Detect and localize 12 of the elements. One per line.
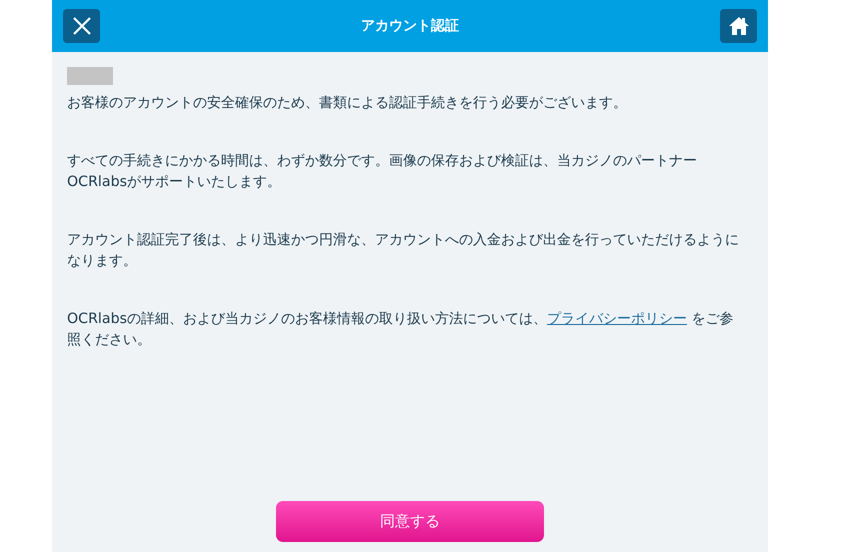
- paragraph: アカウント認証完了後は、より迅速かつ円滑な、アカウントへの入金および出金を行っていただけるようになります。: [67, 231, 740, 271]
- agree-button[interactable]: 同意する: [276, 501, 544, 542]
- home-icon: [728, 16, 750, 36]
- privacy-policy-link[interactable]: プライバシーポリシー: [546, 311, 687, 327]
- close-icon: [72, 16, 92, 36]
- close-button[interactable]: [63, 9, 100, 43]
- paragraph: OCRlabsの詳細、および当カジノのお客様情報の取り扱い方法については、プライバシーポリシー をご参照ください。: [67, 310, 734, 350]
- placeholder-bar: [67, 67, 113, 85]
- page-title: アカウント認証: [361, 17, 459, 35]
- home-button[interactable]: [720, 9, 757, 43]
- paragraph: お客様のアカウントの安全確保のため、書類による認証手続きを行う必要がございます。: [67, 94, 628, 113]
- paragraph: すべての手続きにかかる時間は、わずか数分です。画像の保存および検証は、当カジノのパートナーOCRlabsがサポートいたします。: [67, 152, 698, 192]
